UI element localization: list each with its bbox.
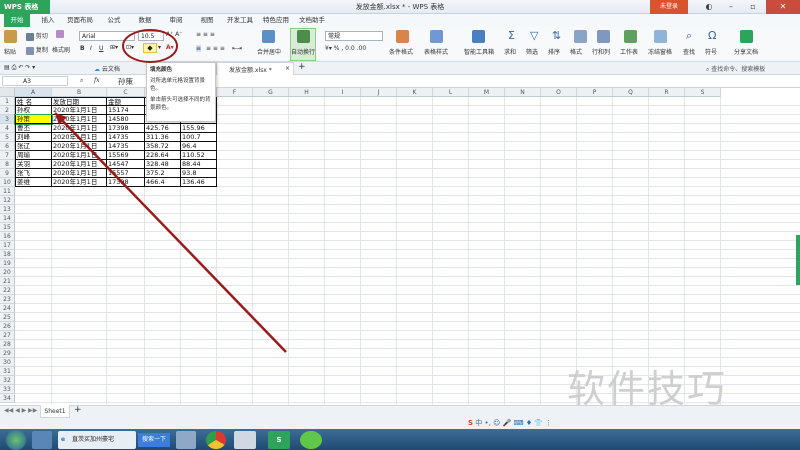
ie-tab[interactable]: e 直茨买加州豪宅 [58,431,136,449]
wps-taskbar-icon[interactable]: S [268,431,290,449]
ie-icon: e [61,436,66,443]
annotation-arrow-line [54,112,287,353]
ime-toolbar[interactable]: S 中 •‚ ☺ 🎤 ⌨ ♦ 👕 ⋮ [468,418,560,429]
sheet-nav-icons[interactable]: ◀◀ ◀ ▶ ▶▶ [4,407,37,414]
status-bar [0,418,800,429]
screenshot-app-icon[interactable] [234,431,256,449]
side-panel-handle[interactable] [796,235,800,285]
sheet-tab-label: Sheet1 [44,408,66,415]
watermark: 软件技巧 [567,367,728,411]
wechat-icon[interactable] [300,431,322,449]
sheet-tab[interactable]: Sheet1 [40,405,70,418]
ie-tab-label: 直茨买加州豪宅 [72,436,115,443]
sogou-icon: S [468,419,474,427]
windows-explorer-icon[interactable] [32,431,52,449]
search-go-button[interactable]: 搜索一下 [138,433,170,447]
annotation-circle [122,29,178,63]
chrome-icon[interactable] [206,431,226,449]
start-button[interactable] [6,430,26,450]
add-sheet-icon[interactable]: + [74,405,82,415]
tool-icon[interactable] [176,431,196,449]
